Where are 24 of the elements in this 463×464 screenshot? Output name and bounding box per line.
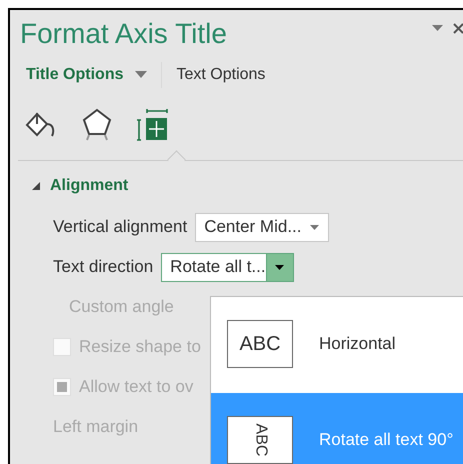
collapse-triangle-icon[interactable] <box>32 182 40 190</box>
size-properties-icon[interactable] <box>136 108 168 142</box>
caret-icon <box>275 264 284 270</box>
dropdown-field[interactable]: Rotate all t... <box>161 252 294 282</box>
close-icon[interactable] <box>453 22 463 34</box>
text-preview: ABC <box>227 320 293 368</box>
field-label: Resize shape to <box>79 337 201 357</box>
field-label: Vertical alignment <box>53 217 188 237</box>
menu-item[interactable]: ABC Horizontal <box>211 297 463 391</box>
field-label: Text direction <box>53 257 154 277</box>
field-label: Left margin <box>53 417 138 437</box>
caret-icon[interactable] <box>135 71 148 79</box>
text-preview: ABC <box>227 416 293 464</box>
section-title: Alignment <box>50 177 128 195</box>
tab[interactable]: Title Options <box>26 66 124 84</box>
pentagon-icon[interactable] <box>82 108 112 142</box>
field-label: Custom angle <box>69 297 174 317</box>
caret-icon <box>310 224 319 230</box>
pane-title: Format Axis Title <box>20 18 227 50</box>
dropdown-field[interactable]: Center Mid... <box>195 212 328 242</box>
dropdown-caret-icon[interactable] <box>432 24 443 32</box>
tab[interactable]: Text Options <box>176 66 266 84</box>
field-label: Allow text to ov <box>79 377 194 397</box>
menu-item[interactable]: ABC Rotate all text 90° <box>211 393 463 464</box>
